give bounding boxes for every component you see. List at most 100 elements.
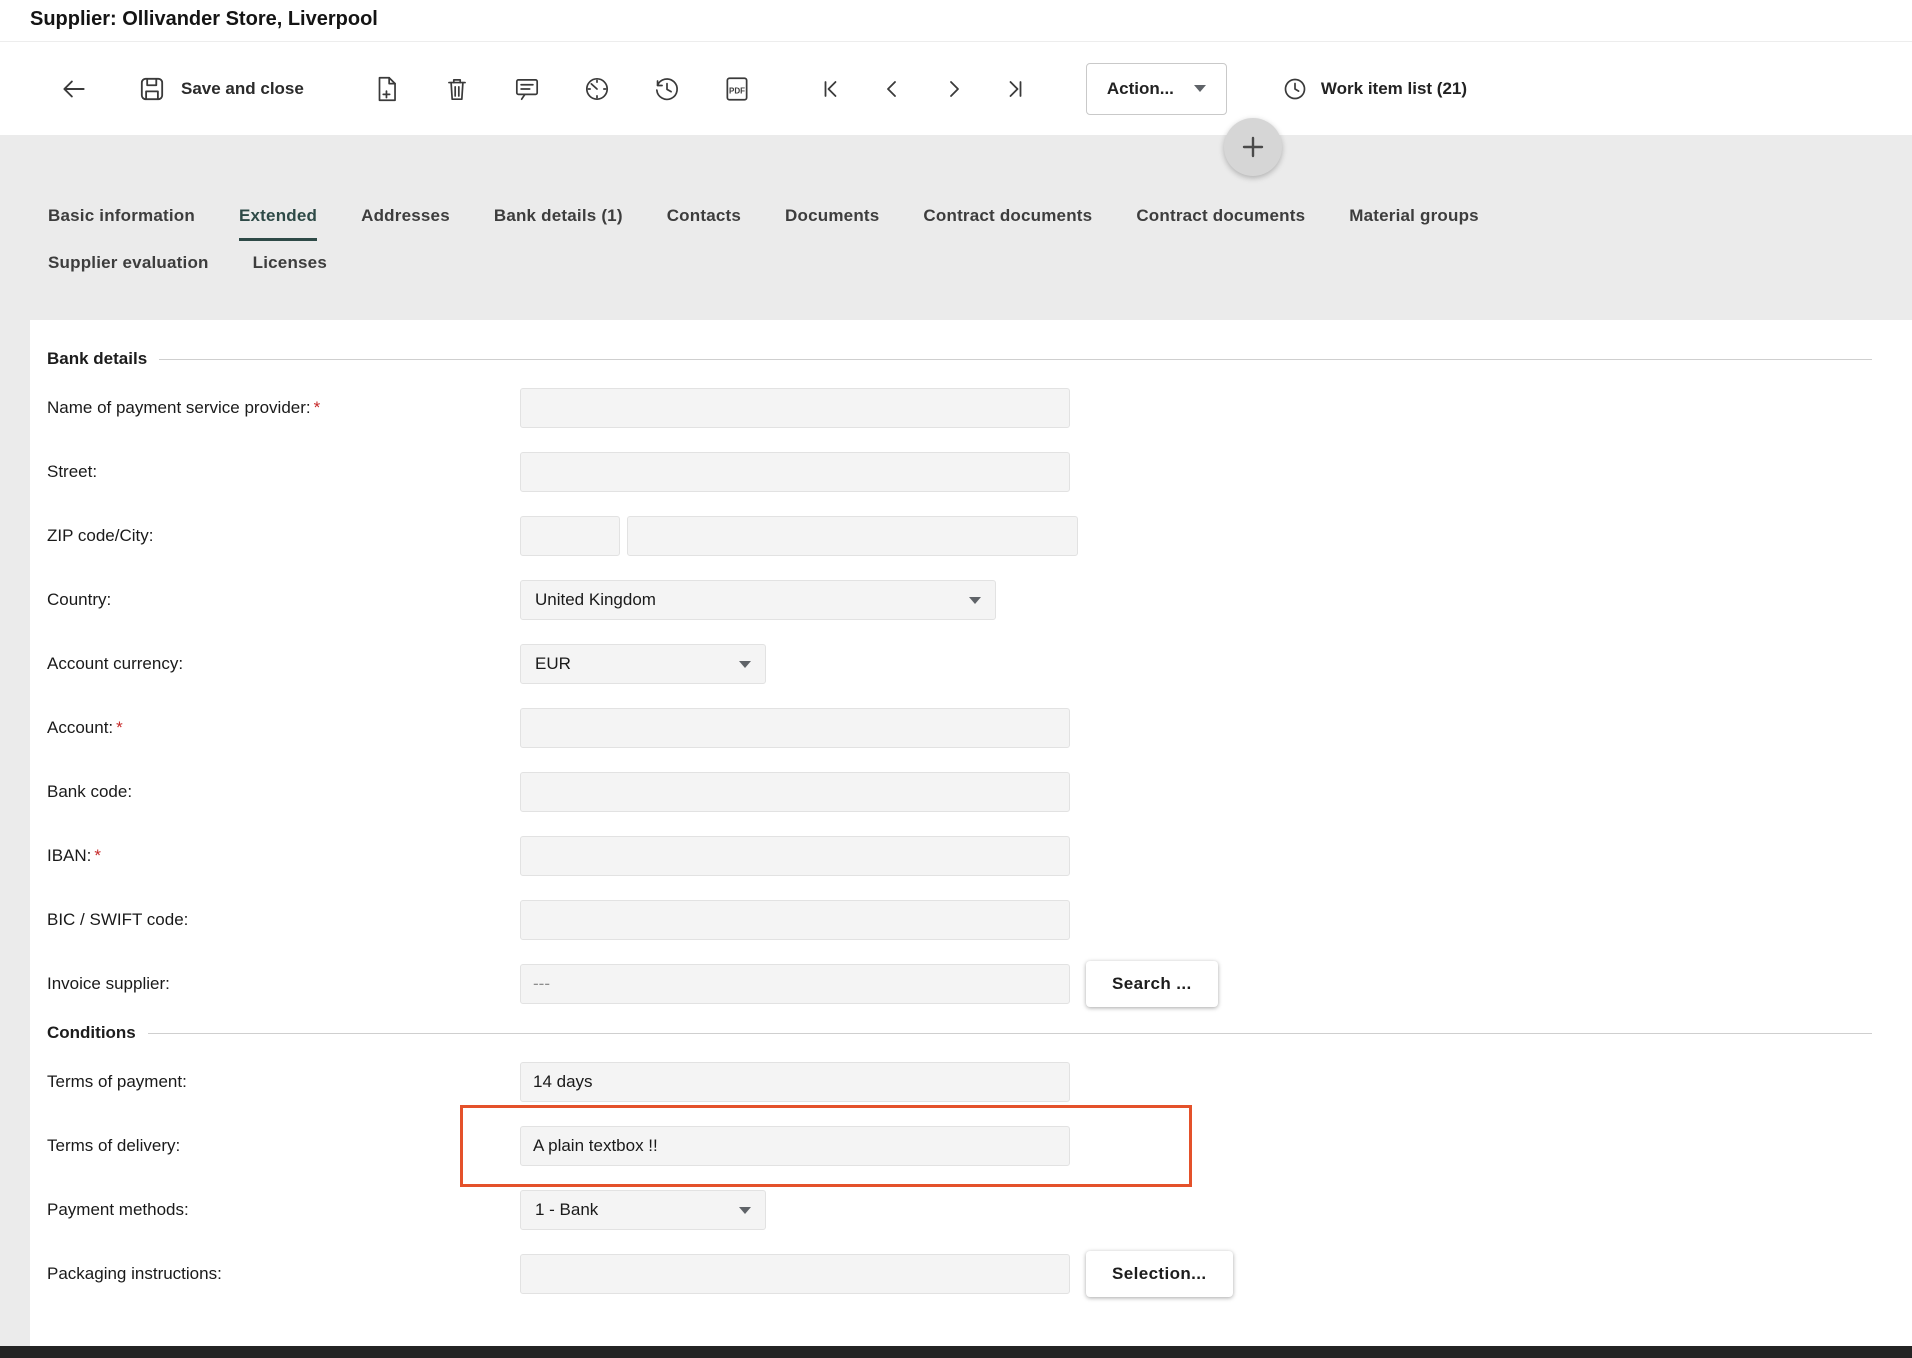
search-button[interactable]: Search ... bbox=[1086, 961, 1218, 1007]
field-label: Terms of payment: bbox=[47, 1072, 520, 1092]
row-street: Street: bbox=[47, 440, 1912, 504]
field-label: Packaging instructions: bbox=[47, 1264, 520, 1284]
row-terms-of-delivery: Terms of delivery: bbox=[47, 1114, 1912, 1178]
pdf-export-button[interactable]: PDF bbox=[718, 70, 756, 108]
section-bank-details-label: Bank details bbox=[47, 349, 147, 369]
next-page-icon bbox=[940, 75, 968, 103]
first-record-button[interactable] bbox=[812, 71, 848, 107]
last-record-button[interactable] bbox=[998, 71, 1034, 107]
row-account: Account:* bbox=[47, 696, 1912, 760]
row-invoice-supplier: Invoice supplier: Search ... bbox=[47, 952, 1912, 1016]
section-divider bbox=[159, 359, 1872, 360]
gauge-button[interactable] bbox=[578, 70, 616, 108]
tab-extended[interactable]: Extended bbox=[239, 206, 317, 241]
payment-methods-select[interactable]: 1 - Bank bbox=[520, 1190, 766, 1230]
row-zip-city: ZIP code/City: bbox=[47, 504, 1912, 568]
tab-contract-documents-2[interactable]: Contract documents bbox=[1136, 206, 1305, 241]
city-input[interactable] bbox=[627, 516, 1078, 556]
required-asterisk: * bbox=[314, 398, 321, 417]
row-bic: BIC / SWIFT code: bbox=[47, 888, 1912, 952]
tab-contract-documents-1[interactable]: Contract documents bbox=[923, 206, 1092, 241]
required-asterisk: * bbox=[116, 718, 123, 737]
terms-delivery-label-text: Terms of delivery: bbox=[47, 1136, 180, 1155]
comment-button[interactable] bbox=[508, 70, 546, 108]
payment-methods-select-value: 1 - Bank bbox=[535, 1200, 598, 1220]
tab-material-groups[interactable]: Material groups bbox=[1349, 206, 1479, 241]
selection-button[interactable]: Selection... bbox=[1086, 1251, 1233, 1297]
first-page-icon bbox=[816, 75, 844, 103]
form-panel: Bank details Name of payment service pro… bbox=[30, 320, 1912, 1358]
street-label-text: Street: bbox=[47, 462, 97, 481]
zip-city-label-text: ZIP code/City: bbox=[47, 526, 153, 545]
account-label-text: Account: bbox=[47, 718, 113, 737]
svg-text:PDF: PDF bbox=[729, 86, 745, 95]
packaging-instructions-input[interactable] bbox=[520, 1254, 1070, 1294]
history-button[interactable] bbox=[648, 70, 686, 108]
back-button[interactable] bbox=[55, 70, 93, 108]
payment-methods-label-text: Payment methods: bbox=[47, 1200, 189, 1219]
country-select-value: United Kingdom bbox=[535, 590, 656, 610]
field-label: Bank code: bbox=[47, 782, 520, 802]
street-input[interactable] bbox=[520, 452, 1070, 492]
iban-input[interactable] bbox=[520, 836, 1070, 876]
field-label: BIC / SWIFT code: bbox=[47, 910, 520, 930]
last-page-icon bbox=[1002, 75, 1030, 103]
record-navigation bbox=[812, 71, 1034, 107]
bank-code-input[interactable] bbox=[520, 772, 1070, 812]
provider-label-text: Name of payment service provider: bbox=[47, 398, 311, 417]
tab-basic-information[interactable]: Basic information bbox=[48, 206, 195, 241]
tab-addresses[interactable]: Addresses bbox=[361, 206, 450, 241]
invoice-supplier-input[interactable] bbox=[520, 964, 1070, 1004]
provider-input[interactable] bbox=[520, 388, 1070, 428]
field-label: IBAN:* bbox=[47, 846, 520, 866]
tab-bank-details[interactable]: Bank details (1) bbox=[494, 206, 623, 241]
top-header: Supplier: Ollivander Store, Liverpool Sa… bbox=[0, 0, 1912, 135]
previous-page-icon bbox=[878, 75, 906, 103]
pdf-icon: PDF bbox=[722, 74, 752, 104]
tab-supplier-evaluation[interactable]: Supplier evaluation bbox=[48, 253, 209, 285]
chevron-down-icon bbox=[739, 661, 751, 668]
field-label: Name of payment service provider:* bbox=[47, 398, 520, 418]
row-country: Country: United Kingdom bbox=[47, 568, 1912, 632]
required-asterisk: * bbox=[94, 846, 101, 865]
zip-input[interactable] bbox=[520, 516, 620, 556]
bank-code-label-text: Bank code: bbox=[47, 782, 132, 801]
currency-select-value: EUR bbox=[535, 654, 571, 674]
new-document-button[interactable] bbox=[368, 70, 406, 108]
row-account-currency: Account currency: EUR bbox=[47, 632, 1912, 696]
field-label: Account currency: bbox=[47, 654, 520, 674]
row-bank-code: Bank code: bbox=[47, 760, 1912, 824]
history-icon bbox=[652, 74, 682, 104]
next-record-button[interactable] bbox=[936, 71, 972, 107]
account-input[interactable] bbox=[520, 708, 1070, 748]
action-dropdown[interactable]: Action... bbox=[1086, 63, 1227, 115]
page-title: Supplier: Ollivander Store, Liverpool bbox=[30, 8, 378, 31]
field-label: Country: bbox=[47, 590, 520, 610]
gauge-icon bbox=[582, 74, 612, 104]
row-packaging-instructions: Packaging instructions: Selection... bbox=[47, 1242, 1912, 1306]
section-conditions-label: Conditions bbox=[47, 1023, 136, 1043]
terms-of-delivery-input[interactable] bbox=[520, 1126, 1070, 1166]
toolbar: Save and close bbox=[0, 42, 1912, 135]
work-item-list-button[interactable]: Work item list (21) bbox=[1275, 74, 1473, 104]
add-button[interactable] bbox=[1224, 118, 1282, 176]
save-and-close-button[interactable]: Save and close bbox=[131, 73, 310, 105]
delete-button[interactable] bbox=[438, 70, 476, 108]
plus-icon bbox=[1240, 134, 1266, 160]
tab-row-1: Basic information Extended Addresses Ban… bbox=[26, 206, 1902, 241]
field-label: Invoice supplier: bbox=[47, 974, 520, 994]
bic-input[interactable] bbox=[520, 900, 1070, 940]
clock-icon bbox=[1281, 75, 1309, 103]
terms-of-payment-input[interactable] bbox=[520, 1062, 1070, 1102]
field-label: Payment methods: bbox=[47, 1200, 520, 1220]
iban-label-text: IBAN: bbox=[47, 846, 91, 865]
row-terms-of-payment: Terms of payment: bbox=[47, 1050, 1912, 1114]
tab-documents[interactable]: Documents bbox=[785, 206, 879, 241]
action-dropdown-label: Action... bbox=[1107, 79, 1174, 99]
tab-licenses[interactable]: Licenses bbox=[253, 253, 327, 285]
currency-select[interactable]: EUR bbox=[520, 644, 766, 684]
tab-row-2: Supplier evaluation Licenses bbox=[26, 253, 1902, 285]
tab-contacts[interactable]: Contacts bbox=[667, 206, 741, 241]
country-select[interactable]: United Kingdom bbox=[520, 580, 996, 620]
previous-record-button[interactable] bbox=[874, 71, 910, 107]
